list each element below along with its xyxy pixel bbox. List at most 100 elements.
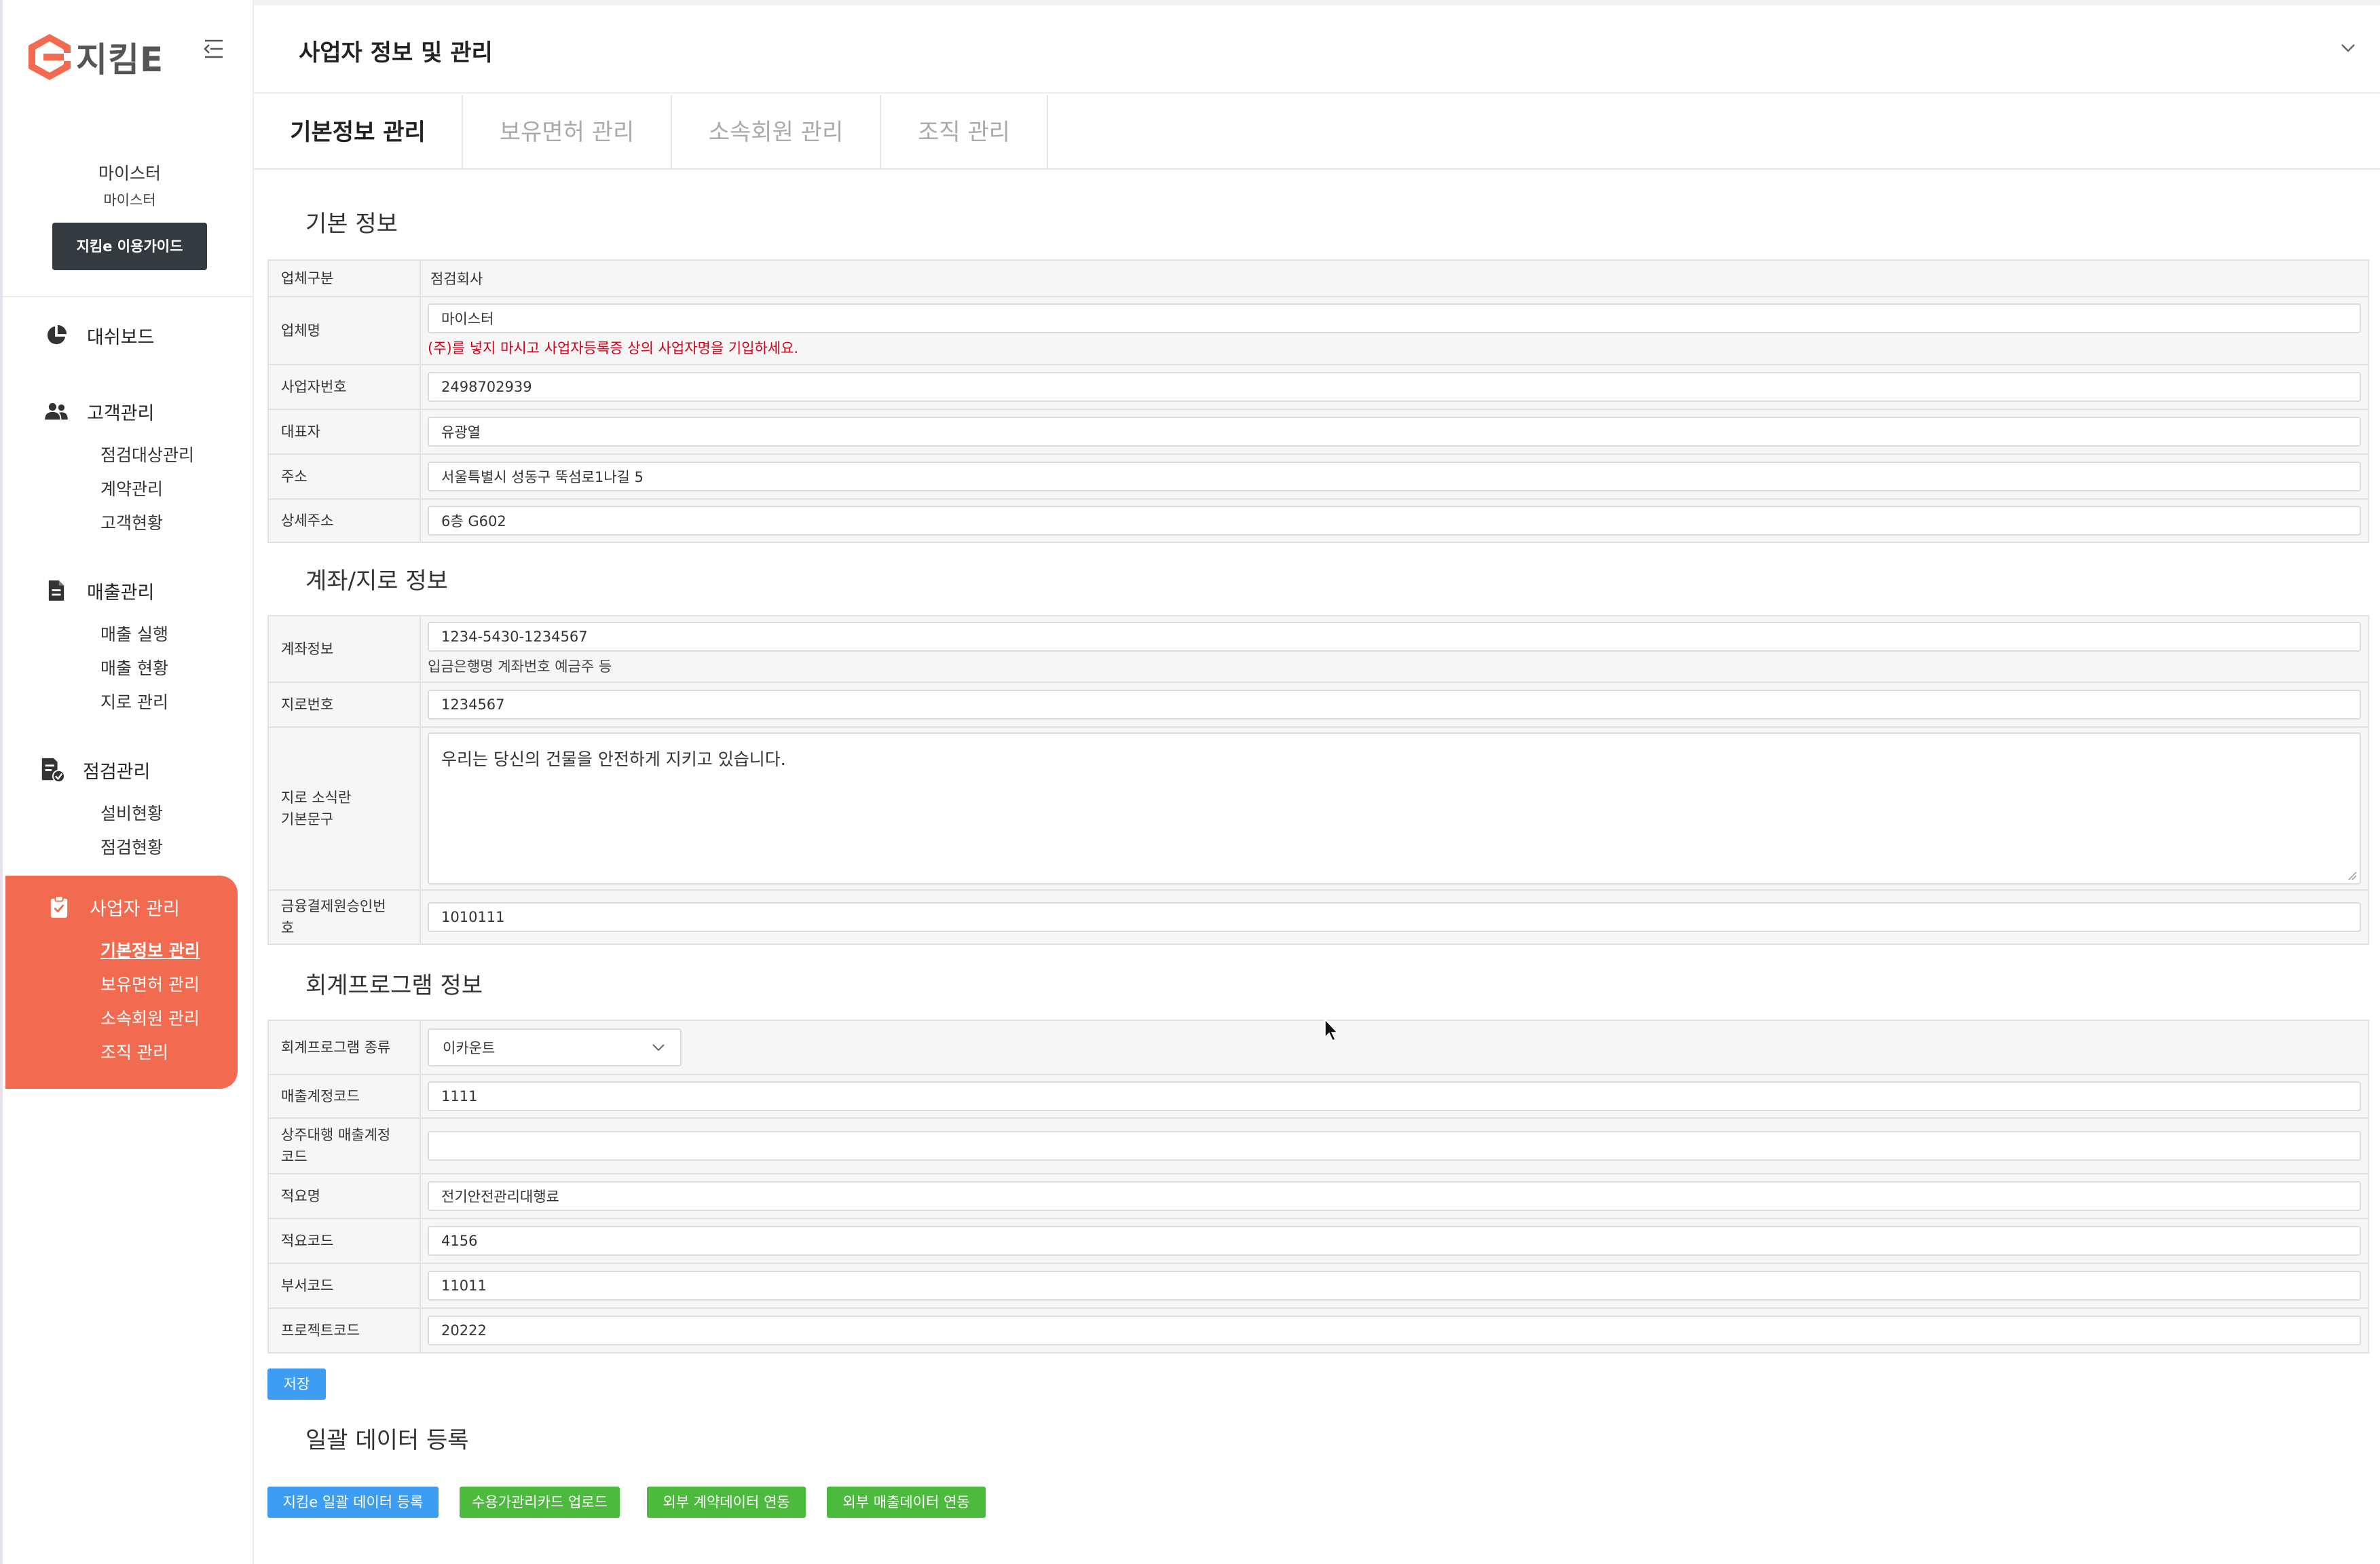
form-row: 프로젝트코드 20222	[269, 1309, 2368, 1354]
tab-basic-info[interactable]: 기본정보 관리	[254, 95, 463, 170]
field-label: 적요명	[269, 1174, 421, 1218]
summary-code-input[interactable]: 4156	[428, 1226, 2361, 1256]
field-label: 대표자	[269, 410, 421, 453]
account-help: 입금은행명 계좌번호 예금주 등	[428, 658, 612, 675]
form-row: 적요명 전기안전관리대행료	[269, 1174, 2368, 1219]
project-code-input[interactable]: 20222	[428, 1316, 2361, 1345]
sidebar-subitem-basic-info[interactable]: 기본정보 관리	[100, 934, 238, 968]
sidebar-subitem-sales-run[interactable]: 매출 실행	[100, 618, 254, 652]
form-row: 부서코드 11011	[269, 1264, 2368, 1309]
company-name-input[interactable]: 마이스터	[428, 303, 2361, 333]
sidebar-subitem-licenses[interactable]: 보유면허 관리	[100, 968, 238, 1002]
section-title-basic: 기본 정보	[305, 210, 398, 238]
accounting-info-form: 회계프로그램 종류 이카운트 매출계정코드 1111 상주대행 매출계정 코드 …	[267, 1020, 2369, 1354]
field-label: 매출계정코드	[269, 1075, 421, 1117]
sidebar-divider	[3, 296, 254, 297]
sidebar: 지킴E 마이스터 마이스터 지킴e 이용가이드 대쉬보드 고객관리 점검대상관리…	[0, 0, 254, 1564]
company-type-value: 점검회사	[421, 261, 2368, 296]
tab-organization[interactable]: 조직 관리	[881, 95, 1048, 170]
external-sales-sync-button[interactable]: 외부 매출데이터 연동	[827, 1487, 986, 1518]
page-title: 사업자 정보 및 관리	[299, 39, 493, 67]
form-row: 지로번호 1234567	[269, 683, 2368, 728]
chevron-down-icon[interactable]	[2338, 39, 2358, 56]
sidebar-subitem-giro[interactable]: 지로 관리	[100, 686, 254, 720]
save-button[interactable]: 저장	[267, 1368, 326, 1400]
tab-members[interactable]: 소속회원 관리	[672, 95, 881, 170]
menu-dashboard: 대쉬보드	[3, 315, 254, 356]
collapse-sidebar-icon[interactable]	[202, 37, 225, 61]
basic-info-form: 업체구분 점검회사 업체명 마이스터 (주)를 넣지 마시고 사업자등록증 상의…	[267, 259, 2369, 543]
sidebar-item-inspection[interactable]: 점검관리	[3, 749, 254, 790]
form-row: 회계프로그램 종류 이카운트	[269, 1021, 2368, 1075]
giro-number-input[interactable]: 1234567	[428, 690, 2361, 720]
accounting-program-select[interactable]: 이카운트	[428, 1028, 682, 1066]
accounting-program-value: 이카운트	[443, 1040, 496, 1056]
form-row: 업체명 마이스터 (주)를 넣지 마시고 사업자등록증 상의 사업자명을 기입하…	[269, 297, 2368, 365]
menu-customer: 고객관리 점검대상관리 계약관리 고객현황	[3, 391, 254, 540]
sidebar-subitem-members[interactable]: 소속회원 관리	[100, 1002, 238, 1036]
section-title-bulk: 일괄 데이터 등록	[305, 1427, 469, 1454]
giro-message-text: 우리는 당신의 건물을 안전하게 지키고 있습니다.	[441, 749, 786, 769]
clipboard-check-icon	[39, 757, 65, 783]
form-row: 상주대행 매출계정 코드	[269, 1119, 2368, 1174]
clipboard-icon	[46, 894, 72, 920]
sidebar-item-sales[interactable]: 매출관리	[3, 570, 254, 611]
document-icon	[43, 578, 69, 603]
fin-approval-label-line1: 금융결제원승인번	[281, 898, 386, 914]
ceo-input[interactable]: 유광열	[428, 417, 2361, 447]
sidebar-item-dashboard[interactable]: 대쉬보드	[3, 315, 254, 356]
field-label: 프로젝트코드	[269, 1309, 421, 1352]
external-contract-sync-button[interactable]: 외부 계약데이터 연동	[647, 1487, 806, 1518]
giro-message-textarea[interactable]: 우리는 당신의 건물을 안전하게 지키고 있습니다.	[428, 732, 2361, 885]
menu-sales: 매출관리 매출 실행 매출 현황 지로 관리	[3, 570, 254, 720]
sidebar-subitem-inspection-target[interactable]: 점검대상관리	[100, 439, 254, 472]
form-row: 사업자번호 2498702939	[269, 365, 2368, 410]
section-title-account: 계좌/지로 정보	[305, 567, 448, 595]
brand-name: 지킴E	[76, 40, 164, 79]
resident-sales-code-input[interactable]	[428, 1131, 2361, 1161]
brand-logo[interactable]: 지킴E	[27, 31, 164, 83]
sidebar-item-customer[interactable]: 고객관리	[3, 391, 254, 432]
form-row: 계좌정보 1234-5430-1234567 입금은행명 계좌번호 예금주 등	[269, 616, 2368, 683]
sidebar-subitem-equipment[interactable]: 설비현황	[100, 797, 254, 831]
page-header: 사업자 정보 및 관리	[254, 5, 2380, 94]
sidebar-subitem-customer-status[interactable]: 고객현황	[100, 506, 254, 540]
account-input[interactable]: 1234-5430-1234567	[428, 622, 2361, 652]
field-label: 업체명	[269, 297, 421, 364]
biz-number-input[interactable]: 2498702939	[428, 372, 2361, 402]
fin-approval-input[interactable]: 1010111	[428, 902, 2361, 932]
user-profile: 마이스터 마이스터 지킴e 이용가이드	[3, 160, 257, 270]
detail-address-input[interactable]: 6층 G602	[428, 506, 2361, 536]
tab-licenses[interactable]: 보유면허 관리	[463, 95, 672, 170]
field-label: 회계프로그램 종류	[269, 1021, 421, 1074]
field-label: 주소	[269, 455, 421, 498]
logo-icon	[29, 34, 71, 80]
form-row: 매출계정코드 1111	[269, 1075, 2368, 1119]
user-name: 마이스터	[98, 164, 161, 183]
menu-inspection: 점검관리 설비현황 점검현황	[3, 749, 254, 865]
field-label: 적요코드	[269, 1219, 421, 1263]
sales-account-code-input[interactable]: 1111	[428, 1081, 2361, 1111]
form-row: 업체구분 점검회사	[269, 261, 2368, 297]
user-guide-button[interactable]: 지킴e 이용가이드	[52, 223, 207, 270]
bulk-register-button[interactable]: 지킴e 일괄 데이터 등록	[267, 1487, 439, 1518]
company-name-help: (주)를 넣지 마시고 사업자등록증 상의 사업자명을 기입하세요.	[428, 340, 799, 356]
sidebar-item-business[interactable]: 사업자 관리	[5, 887, 238, 927]
fin-approval-label-line2: 호	[281, 920, 295, 936]
customer-card-upload-button[interactable]: 수용가관리카드 업로드	[460, 1487, 620, 1518]
field-label: 업체구분	[269, 261, 421, 296]
sidebar-subitem-contract[interactable]: 계약관리	[100, 472, 254, 506]
summary-name-input[interactable]: 전기안전관리대행료	[428, 1181, 2361, 1211]
giro-message-label-line1: 지로 소식란	[281, 789, 352, 806]
field-label: 상주대행 매출계정 코드	[269, 1119, 421, 1173]
sidebar-item-label: 고객관리	[87, 403, 155, 424]
resize-handle-icon[interactable]	[2347, 871, 2357, 880]
field-label: 지로 소식란 기본문구	[269, 728, 421, 889]
users-icon	[43, 398, 69, 424]
sidebar-subitem-organization[interactable]: 조직 관리	[100, 1036, 238, 1070]
dept-code-input[interactable]: 11011	[428, 1271, 2361, 1301]
sidebar-subitem-inspection-status[interactable]: 점검현황	[100, 831, 254, 865]
sidebar-subitem-sales-status[interactable]: 매출 현황	[100, 652, 254, 686]
address-input[interactable]: 서울특별시 성동구 뚝섬로1나길 5	[428, 462, 2361, 491]
field-label: 계좌정보	[269, 616, 421, 682]
